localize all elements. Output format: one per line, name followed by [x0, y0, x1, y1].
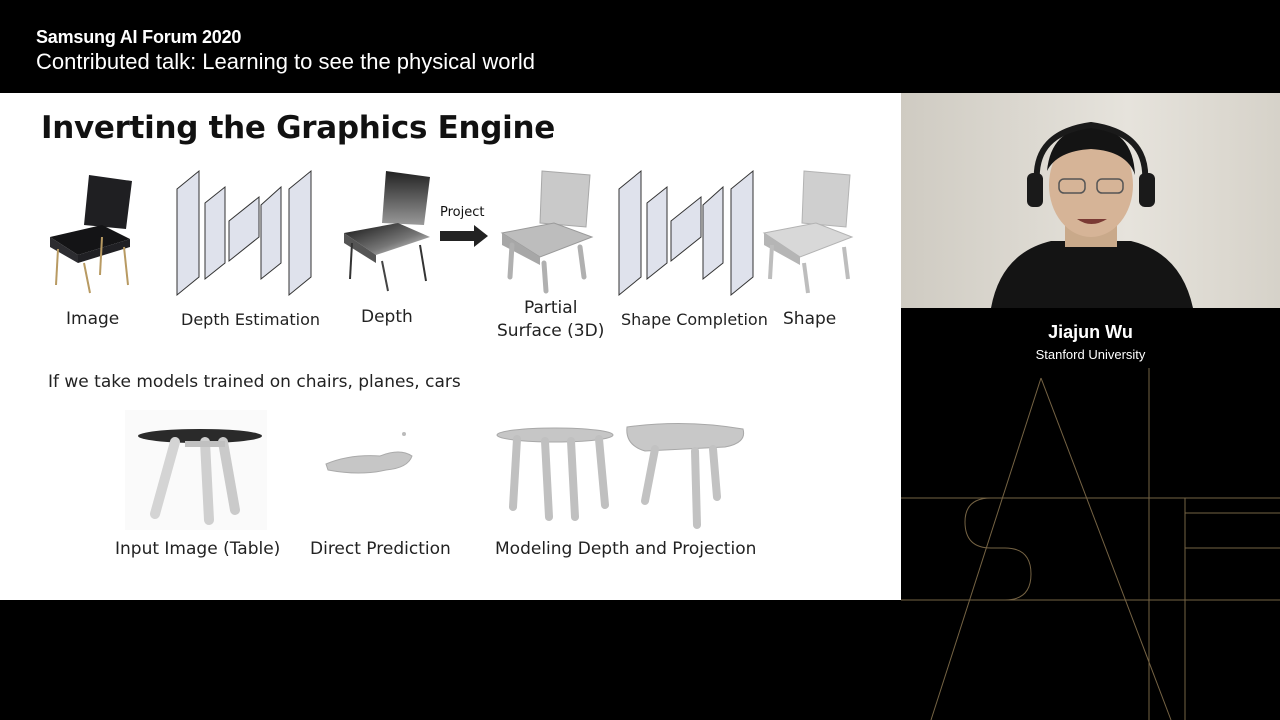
depth-map: [344, 171, 430, 292]
caption-partial-line1: Partial: [524, 298, 578, 318]
sai-logo: [901, 368, 1280, 720]
caption-shape-completion: Shape Completion: [621, 310, 768, 329]
broadcast-header: Samsung AI Forum 2020 Contributed talk: …: [0, 0, 1280, 93]
caption-modeling-depth: Modeling Depth and Projection: [495, 539, 757, 559]
speaker-panel: Jiajun Wu Stanford University: [901, 308, 1280, 720]
input-table-image: [125, 410, 267, 530]
caption-input-image: Input Image (Table): [115, 539, 281, 559]
caption-partial-line2: Surface (3D): [497, 321, 605, 341]
caption-image: Image: [66, 309, 120, 329]
modeling-depth-results: [496, 422, 745, 529]
shape-completion-network: [618, 169, 754, 297]
project-label: Project: [440, 205, 485, 220]
chair-image: [50, 175, 132, 294]
arrow-right-icon: [440, 225, 488, 247]
caption-depth-estimation: Depth Estimation: [181, 310, 321, 329]
talk-title: Contributed talk: Learning to see the ph…: [36, 49, 535, 74]
speaker-name: Jiajun Wu: [1048, 322, 1133, 342]
speaker-video: [901, 93, 1280, 308]
caption-depth: Depth: [361, 307, 413, 327]
slide-note: If we take models trained on chairs, pla…: [48, 372, 461, 392]
presentation-slide: Inverting the Graphics Engine Image Dept…: [0, 93, 901, 600]
completed-shape: [762, 170, 854, 294]
bottom-bar: [0, 600, 901, 720]
caption-direct-prediction: Direct Prediction: [310, 539, 451, 559]
speaker-affiliation: Stanford University: [1035, 347, 1146, 362]
event-title: Samsung AI Forum 2020: [36, 27, 242, 47]
direct-prediction: [325, 432, 413, 474]
slide-title: Inverting the Graphics Engine: [41, 110, 555, 146]
caption-shape: Shape: [783, 309, 837, 329]
depth-estimation-network: [176, 169, 312, 297]
partial-surface: [500, 170, 594, 294]
speaker-video-frame: [901, 93, 1280, 308]
